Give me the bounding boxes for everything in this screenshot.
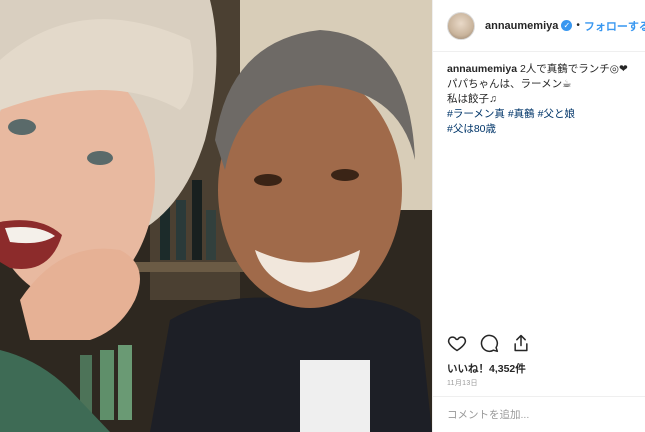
comment-area: [433, 396, 645, 432]
post-date[interactable]: 11月13日: [447, 378, 478, 388]
heart-icon[interactable]: [447, 333, 467, 353]
caption-username[interactable]: annaumemiya: [447, 63, 517, 75]
follow-button[interactable]: フォローする: [584, 18, 645, 34]
hashtag-row-1: #ラーメン真 #真鶴 #父と娘: [447, 107, 631, 122]
caption-text-3: 私は餃子♫: [447, 93, 497, 105]
header-username[interactable]: annaumemiya: [485, 20, 558, 32]
hashtag-link[interactable]: #父と娘: [538, 108, 575, 120]
separator-dot: •: [576, 20, 580, 31]
caption-text-1: 2人で真鶴でランチ◎❤: [517, 63, 628, 75]
avatar[interactable]: [447, 11, 475, 40]
hashtag-row-2: #父は80歳: [447, 122, 631, 137]
hashtag-link[interactable]: #ラーメン真: [447, 108, 505, 120]
like-count[interactable]: いいね！4,352件: [447, 361, 526, 376]
caption-line-1: annaumemiya 2人で真鶴でランチ◎❤: [447, 62, 631, 77]
comment-input[interactable]: [447, 408, 631, 421]
post-side-panel: annaumemiya ✓ • フォローする annaumemiya 2人で真鶴…: [432, 0, 645, 432]
hashtag-link[interactable]: #父は80歳: [447, 123, 496, 135]
post-caption: annaumemiya 2人で真鶴でランチ◎❤ パパちゃんは、ラーメン☕ 私は餃…: [433, 52, 645, 322]
post-photo[interactable]: [0, 0, 432, 432]
verified-badge-icon: ✓: [561, 20, 573, 31]
caption-text-2: パパちゃんは、ラーメン☕: [447, 78, 572, 90]
hashtag-link[interactable]: #真鶴: [508, 108, 535, 120]
photo-illustration: [0, 0, 432, 432]
share-icon[interactable]: [511, 333, 531, 353]
post-header: annaumemiya ✓ • フォローする: [433, 0, 645, 52]
action-bar: [447, 333, 531, 353]
comment-icon[interactable]: [479, 333, 499, 353]
